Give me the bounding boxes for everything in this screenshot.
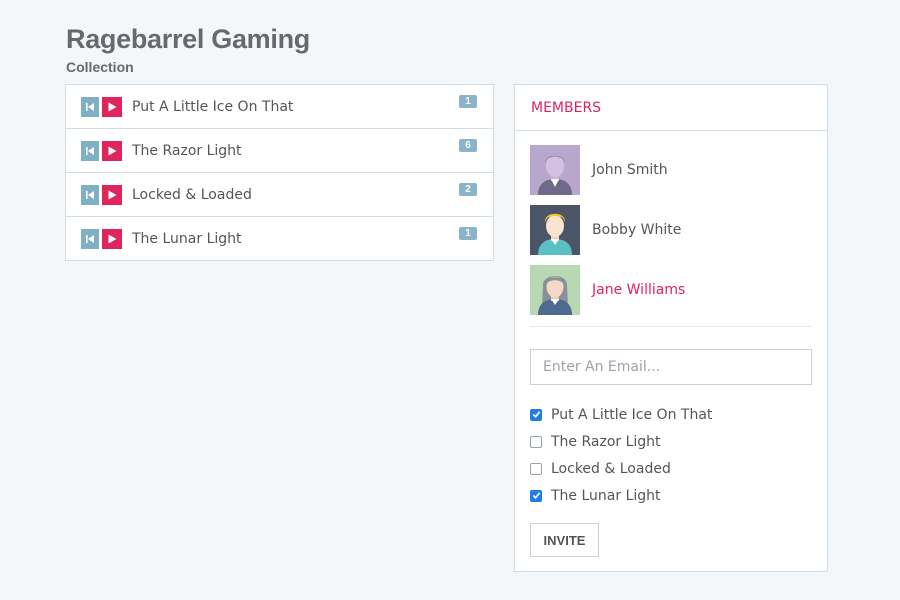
avatar-blonde-icon — [530, 205, 580, 255]
track-count-badge: 1 — [459, 227, 477, 240]
skip-back-button[interactable] — [81, 184, 99, 205]
member-name: Bobby White — [592, 222, 682, 238]
play-button[interactable] — [102, 96, 122, 117]
play-button[interactable] — [102, 228, 122, 249]
track-row: Locked & Loaded 2 — [66, 173, 493, 217]
track-count-badge: 2 — [459, 183, 477, 196]
checkbox-label: The Lunar Light — [551, 487, 661, 504]
checkmark-icon — [532, 411, 540, 418]
track-row: The Lunar Light 1 — [66, 217, 493, 260]
collection-list: Put A Little Ice On That 1 The Razor Lig… — [65, 84, 494, 261]
invite-button[interactable]: INVITE — [530, 523, 599, 557]
play-icon — [108, 190, 117, 199]
checkmark-icon — [532, 492, 540, 499]
divider — [530, 326, 812, 327]
skip-back-icon — [86, 234, 94, 243]
track-name: The Razor Light — [132, 142, 242, 159]
track-count-badge: 6 — [459, 139, 477, 152]
checkbox[interactable] — [530, 462, 542, 475]
checklist-item[interactable]: The Razor Light — [530, 428, 712, 455]
play-icon — [108, 146, 117, 155]
checkbox-label: Put A Little Ice On That — [551, 406, 713, 423]
member-item[interactable]: Bobby White — [530, 205, 681, 255]
members-panel: MEMBERS John Smith Bobby White Jane Will… — [514, 84, 828, 572]
checkbox[interactable] — [530, 435, 542, 448]
skip-back-icon — [86, 102, 94, 111]
track-name: The Lunar Light — [132, 230, 242, 247]
checkbox-label: The Razor Light — [551, 433, 661, 450]
track-checklist: Put A Little Ice On That The Razor Light… — [530, 401, 712, 509]
member-item[interactable]: Jane Williams — [530, 265, 685, 315]
avatar-purple-icon — [530, 145, 580, 195]
members-heading: MEMBERS — [515, 85, 827, 131]
track-row: The Razor Light 6 — [66, 129, 493, 173]
page-subtitle: Collection — [66, 59, 134, 75]
checkbox[interactable] — [530, 408, 542, 421]
checklist-item[interactable]: The Lunar Light — [530, 482, 712, 509]
track-count-badge: 1 — [459, 95, 477, 108]
member-name: Jane Williams — [592, 282, 686, 298]
checkbox[interactable] — [530, 489, 542, 502]
email-input[interactable] — [530, 349, 812, 385]
skip-back-button[interactable] — [81, 228, 99, 249]
track-name: Put A Little Ice On That — [132, 98, 294, 115]
track-row: Put A Little Ice On That 1 — [66, 85, 493, 129]
page-title: Ragebarrel Gaming — [66, 24, 310, 54]
play-button[interactable] — [102, 184, 122, 205]
member-item[interactable]: John Smith — [530, 145, 668, 195]
skip-back-button[interactable] — [81, 96, 99, 117]
play-button[interactable] — [102, 140, 122, 161]
play-icon — [108, 234, 117, 243]
skip-back-icon — [86, 190, 94, 199]
checkbox-label: Locked & Loaded — [551, 460, 671, 477]
avatar-woman-icon — [530, 265, 580, 315]
play-icon — [108, 102, 117, 111]
skip-back-icon — [86, 146, 94, 155]
track-name: Locked & Loaded — [132, 186, 252, 203]
member-name: John Smith — [592, 162, 668, 178]
checklist-item[interactable]: Put A Little Ice On That — [530, 401, 712, 428]
skip-back-button[interactable] — [81, 140, 99, 161]
page-header: Ragebarrel Gaming Collection — [66, 24, 310, 75]
checklist-item[interactable]: Locked & Loaded — [530, 455, 712, 482]
